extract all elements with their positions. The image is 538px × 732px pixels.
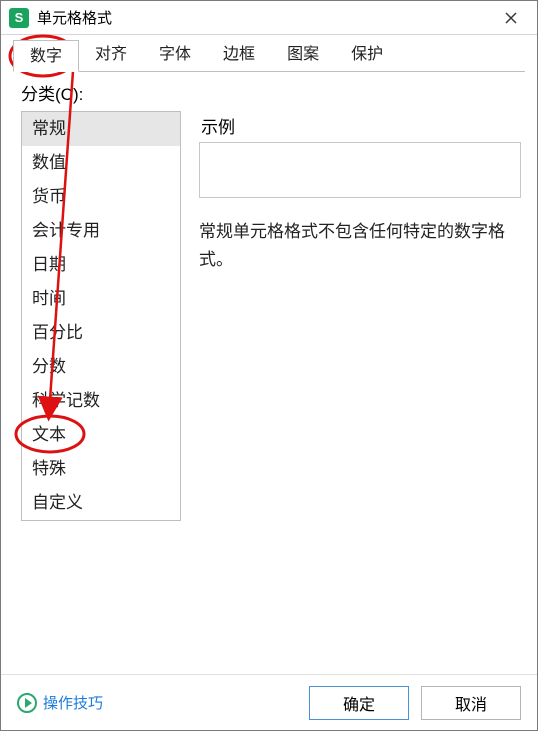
category-item-percentage[interactable]: 百分比 — [22, 316, 180, 350]
category-item-currency[interactable]: 货币 — [22, 180, 180, 214]
tab-bar: 数字 对齐 字体 边框 图案 保护 — [1, 35, 537, 71]
tips-link-label: 操作技巧 — [43, 692, 103, 713]
button-label: 取消 — [455, 691, 487, 715]
dialog-window: S 单元格格式 数字 对齐 字体 边框 图案 保护 分类(C): 常规 数值 货… — [0, 0, 538, 731]
app-icon: S — [9, 8, 29, 28]
tab-underline — [13, 71, 525, 72]
category-item-text[interactable]: 文本 — [22, 418, 180, 452]
tips-link[interactable]: 操作技巧 — [17, 692, 103, 713]
cancel-button[interactable]: 取消 — [421, 686, 521, 720]
tab-number[interactable]: 数字 — [13, 40, 79, 72]
tab-protection[interactable]: 保护 — [335, 39, 399, 71]
list-item-label: 日期 — [32, 255, 66, 274]
tab-label: 保护 — [351, 46, 383, 63]
category-item-custom[interactable]: 自定义 — [22, 486, 180, 520]
category-label: 分类(C): — [21, 80, 521, 105]
sample-label: 示例 — [201, 113, 521, 138]
list-item-label: 会计专用 — [32, 221, 100, 240]
list-item-label: 文本 — [32, 425, 66, 444]
list-item-label: 数值 — [32, 153, 66, 172]
tab-alignment[interactable]: 对齐 — [79, 39, 143, 71]
right-pane: 示例 常规单元格格式不包含任何特定的数字格式。 — [199, 111, 521, 521]
button-label: 确定 — [343, 691, 375, 715]
list-item-label: 时间 — [32, 289, 66, 308]
list-item-label: 常规 — [32, 119, 66, 138]
titlebar: S 单元格格式 — [1, 1, 537, 35]
list-item-label: 货币 — [32, 187, 66, 206]
list-item-label: 科学记数 — [32, 391, 100, 410]
tab-label: 图案 — [287, 46, 319, 63]
tab-pattern[interactable]: 图案 — [271, 39, 335, 71]
tab-label: 边框 — [223, 46, 255, 63]
close-icon — [505, 12, 517, 24]
two-column-area: 常规 数值 货币 会计专用 日期 时间 百分比 分数 科学记数 文本 特殊 自定… — [21, 111, 521, 521]
category-item-date[interactable]: 日期 — [22, 248, 180, 282]
list-item-label: 自定义 — [32, 493, 83, 512]
dialog-footer: 操作技巧 确定 取消 — [1, 674, 537, 730]
tab-label: 对齐 — [95, 46, 127, 63]
tab-label: 数字 — [30, 48, 62, 65]
sample-box — [199, 142, 521, 198]
tab-border[interactable]: 边框 — [207, 39, 271, 71]
category-item-number[interactable]: 数值 — [22, 146, 180, 180]
play-circle-icon — [17, 693, 37, 713]
app-icon-letter: S — [15, 10, 24, 25]
category-item-special[interactable]: 特殊 — [22, 452, 180, 486]
list-item-label: 百分比 — [32, 323, 83, 342]
category-listbox[interactable]: 常规 数值 货币 会计专用 日期 时间 百分比 分数 科学记数 文本 特殊 自定… — [21, 111, 181, 521]
tab-font[interactable]: 字体 — [143, 39, 207, 71]
list-item-label: 分数 — [32, 357, 66, 376]
category-item-scientific[interactable]: 科学记数 — [22, 384, 180, 418]
window-title: 单元格格式 — [37, 7, 491, 28]
format-description: 常规单元格格式不包含任何特定的数字格式。 — [199, 218, 521, 274]
category-item-time[interactable]: 时间 — [22, 282, 180, 316]
dialog-body: 分类(C): 常规 数值 货币 会计专用 日期 时间 百分比 分数 科学记数 文… — [1, 72, 537, 674]
ok-button[interactable]: 确定 — [309, 686, 409, 720]
tab-label: 字体 — [159, 46, 191, 63]
category-item-accounting[interactable]: 会计专用 — [22, 214, 180, 248]
list-item-label: 特殊 — [32, 459, 66, 478]
close-button[interactable] — [491, 4, 531, 32]
category-item-general[interactable]: 常规 — [22, 112, 180, 146]
category-item-fraction[interactable]: 分数 — [22, 350, 180, 384]
